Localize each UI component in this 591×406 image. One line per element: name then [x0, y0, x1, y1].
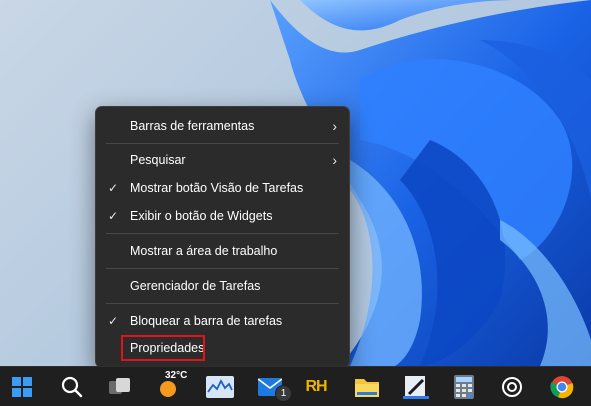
menu-item-label: Mostrar a área de trabalho — [130, 244, 278, 258]
rh-app-icon[interactable]: RH — [302, 373, 330, 401]
chevron-right-icon: › — [332, 118, 337, 134]
menu-separator — [106, 143, 339, 144]
file-explorer-icon[interactable] — [353, 373, 381, 401]
checkmark-icon: ✓ — [108, 209, 119, 223]
drawing-app-icon[interactable] — [402, 373, 430, 401]
weather-temperature: 32°C — [165, 370, 188, 381]
menu-item-label: Gerenciador de Tarefas — [130, 279, 261, 293]
menu-item-show-widgets[interactable]: ✓ Exibir o botão de Widgets — [96, 203, 349, 229]
highlight-annotation-box — [121, 335, 205, 361]
mail-notification-badge: 1 — [275, 385, 292, 402]
menu-separator — [106, 268, 339, 269]
menu-item-task-manager[interactable]: Gerenciador de Tarefas — [96, 273, 349, 299]
menu-item-label: Bloquear a barra de tarefas — [130, 314, 283, 328]
chrome-icon[interactable] — [548, 373, 576, 401]
start-icon[interactable] — [8, 373, 36, 401]
menu-item-lock-taskbar[interactable]: ✓ Bloquear a barra de tarefas — [96, 308, 349, 334]
stock-chart-app-icon[interactable] — [206, 373, 234, 401]
chatgpt-icon[interactable] — [498, 373, 526, 401]
menu-item-search[interactable]: Pesquisar › — [96, 147, 349, 173]
task-view-icon[interactable] — [106, 373, 134, 401]
menu-item-show-desktop[interactable]: Mostrar a área de trabalho — [96, 238, 349, 264]
chevron-right-icon: › — [332, 152, 337, 168]
menu-item-toolbars[interactable]: Barras de ferramentas › — [96, 113, 349, 139]
menu-separator — [106, 303, 339, 304]
menu-item-show-task-view[interactable]: ✓ Mostrar botão Visão de Tarefas — [96, 175, 349, 201]
checkmark-icon: ✓ — [108, 181, 119, 195]
rh-app-label: RH — [305, 378, 327, 395]
checkmark-icon: ✓ — [108, 314, 119, 328]
menu-item-label: Barras de ferramentas — [130, 119, 255, 133]
calculator-icon[interactable] — [450, 373, 478, 401]
taskbar-context-menu: Barras de ferramentas › Pesquisar › ✓ Mo… — [95, 106, 350, 368]
taskbar: RH — [0, 366, 591, 406]
menu-separator — [106, 233, 339, 234]
menu-item-label: Pesquisar — [130, 153, 186, 167]
menu-item-label: Exibir o botão de Widgets — [130, 209, 273, 223]
search-icon[interactable] — [58, 373, 86, 401]
menu-item-label: Mostrar botão Visão de Tarefas — [130, 181, 304, 195]
